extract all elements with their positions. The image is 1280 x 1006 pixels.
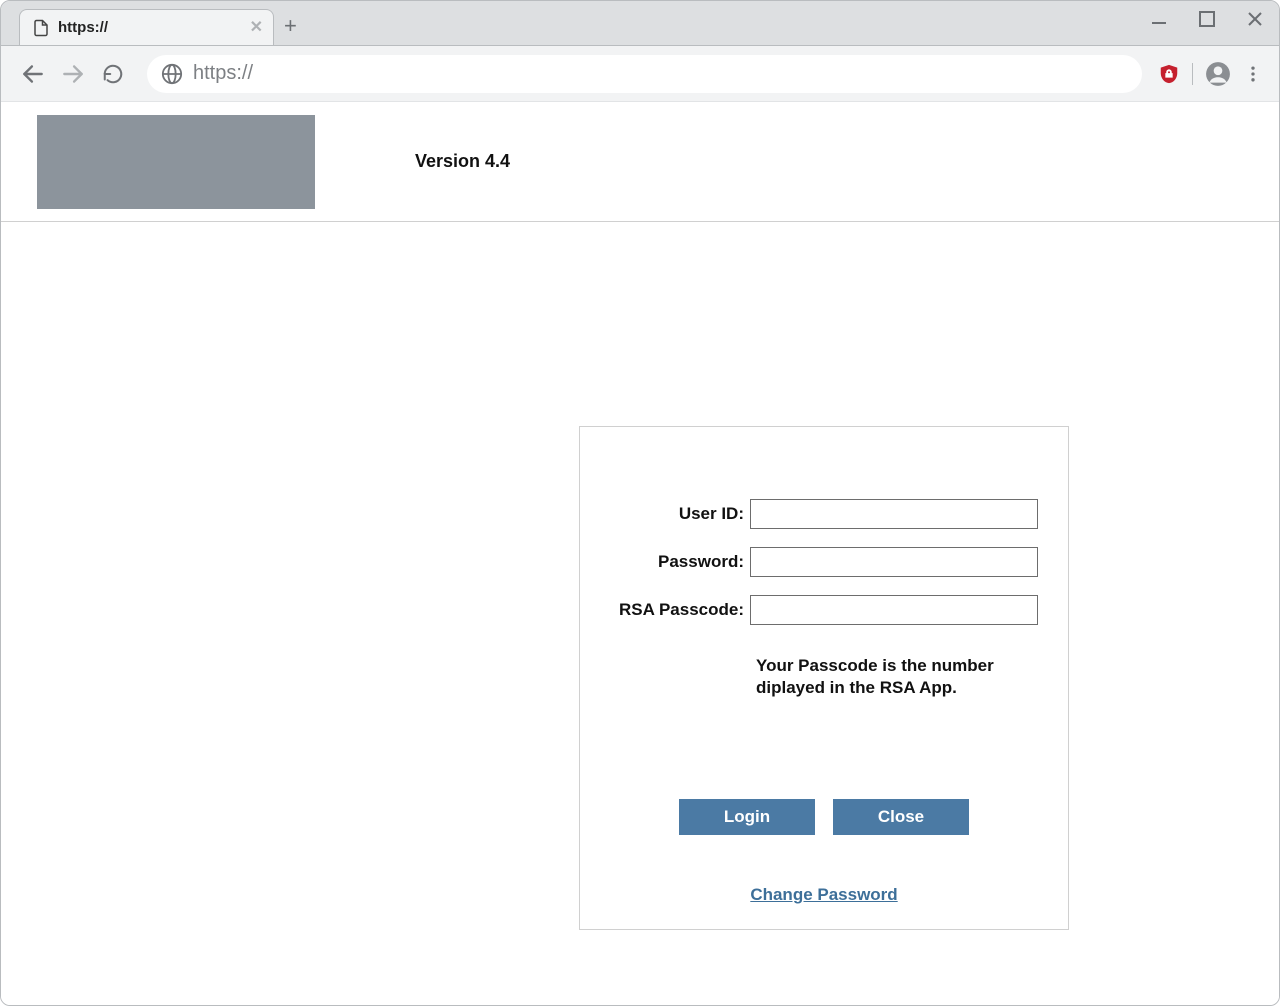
close-window-icon[interactable] — [1245, 9, 1265, 29]
close-button[interactable]: Close — [833, 799, 969, 835]
close-tab-icon[interactable]: ✕ — [250, 20, 263, 36]
change-password-link[interactable]: Change Password — [750, 885, 897, 904]
user-id-label: User ID: — [610, 504, 750, 524]
browser-toolbar: https:// — [1, 45, 1279, 101]
kebab-menu-icon[interactable] — [1243, 64, 1263, 84]
password-input[interactable] — [750, 547, 1038, 577]
login-panel: User ID: Password: RSA Passcode: Your Pa… — [579, 426, 1069, 930]
browser-window: https:// ✕ + — [0, 0, 1280, 1006]
rsa-passcode-input[interactable] — [750, 595, 1038, 625]
rsa-passcode-label: RSA Passcode: — [610, 600, 750, 620]
globe-icon — [161, 63, 183, 85]
version-label: Version 4.4 — [415, 151, 510, 172]
profile-icon[interactable] — [1205, 61, 1231, 87]
passcode-help-text: Your Passcode is the number diplayed in … — [756, 655, 1038, 699]
back-button[interactable] — [17, 58, 49, 90]
login-button[interactable]: Login — [679, 799, 815, 835]
browser-tab[interactable]: https:// ✕ — [19, 9, 274, 45]
tab-strip: https:// ✕ + — [1, 1, 1279, 45]
toolbar-separator — [1192, 63, 1193, 85]
user-id-input[interactable] — [750, 499, 1038, 529]
maximize-icon[interactable] — [1197, 9, 1217, 29]
address-bar[interactable]: https:// — [147, 55, 1142, 93]
button-row: Login Close — [610, 799, 1038, 835]
ublock-icon[interactable] — [1158, 63, 1180, 85]
logo-placeholder — [37, 115, 315, 209]
tab-title: https:// — [58, 19, 108, 36]
forward-button[interactable] — [57, 58, 89, 90]
window-controls — [1149, 9, 1265, 29]
url-text: https:// — [193, 62, 253, 85]
minimize-icon[interactable] — [1149, 9, 1169, 29]
password-label: Password: — [610, 552, 750, 572]
page-header: Version 4.4 — [1, 102, 1279, 222]
page-content: Version 4.4 User ID: Password: RSA Passc… — [1, 101, 1279, 1005]
reload-button[interactable] — [97, 58, 129, 90]
new-tab-button[interactable]: + — [284, 15, 297, 37]
page-icon — [32, 19, 50, 37]
toolbar-right — [1158, 61, 1263, 87]
